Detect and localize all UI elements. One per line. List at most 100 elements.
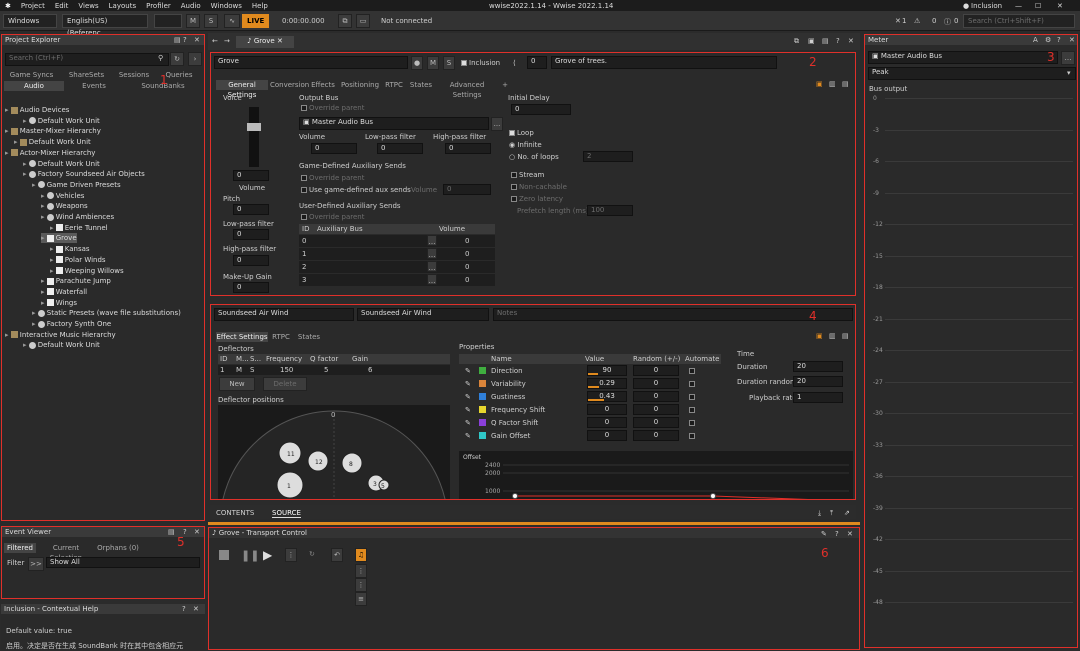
user-name[interactable]: Inclusion	[966, 2, 1007, 10]
language-dropdown[interactable]: English(US) (Referenc...	[62, 14, 148, 37]
tree-item[interactable]: ▸ Kansas	[50, 244, 90, 254]
help-icon[interactable]: ?	[183, 528, 187, 536]
property-random[interactable]: 0	[633, 391, 679, 402]
bus-hpf-value[interactable]: 0	[445, 143, 491, 154]
help-icon[interactable]: ?	[836, 37, 840, 45]
automate-checkbox[interactable]	[689, 394, 695, 400]
object-name-input[interactable]: Grove	[214, 56, 408, 69]
expand-arrow-icon[interactable]: ▸	[32, 181, 38, 189]
close-icon[interactable]: ✕	[847, 530, 853, 538]
source-plugin-field[interactable]: Soundseed Air Wind	[357, 308, 489, 321]
close-icon[interactable]: ✕	[848, 37, 854, 45]
stop-button[interactable]	[219, 550, 229, 560]
tree-item[interactable]: ▸ Interactive Music Hierarchy	[5, 330, 116, 340]
duration-random-value[interactable]: 20	[793, 376, 843, 387]
pin-icon[interactable]: ✎	[465, 380, 471, 388]
tree-item[interactable]: ▸ Game Driven Presets	[32, 180, 121, 190]
help-icon[interactable]: ?	[183, 36, 187, 44]
solo-button[interactable]: S	[443, 56, 455, 70]
tree-item[interactable]: ▸ Audio Devices	[5, 105, 69, 115]
meter-mode-dropdown[interactable]: Peak	[868, 67, 1076, 80]
expand-arrow-icon[interactable]: ▸	[23, 341, 29, 349]
trigger-icon[interactable]: ⋮	[355, 564, 367, 578]
expand-arrow-icon[interactable]: ▸	[41, 192, 47, 200]
user-aux-override[interactable]: Override parent	[301, 213, 364, 221]
aux-row[interactable]: 2 … 0	[299, 261, 495, 273]
menu-audio[interactable]: Audio	[176, 2, 206, 10]
close-icon[interactable]: ✕	[194, 528, 200, 536]
tree-item[interactable]: ▸ Factory Soundseed Air Objects	[23, 169, 145, 179]
stream-checkbox[interactable]: Stream	[511, 171, 544, 179]
tree-item[interactable]: ▸ Factory Synth One	[32, 319, 111, 329]
voice-volume-handle[interactable]	[247, 123, 261, 131]
help-icon[interactable]: ?	[182, 605, 186, 613]
voice-hpf-value[interactable]: 0	[233, 255, 269, 266]
inclusion-checkbox[interactable]: Inclusion	[461, 59, 500, 67]
property-row[interactable]: ✎ Gain Offset 0 0	[459, 430, 721, 442]
menu-layouts[interactable]: Layouts	[104, 2, 141, 10]
tree-item[interactable]: ▸ Actor-Mixer Hierarchy	[5, 148, 95, 158]
tree-item[interactable]: ▸ Polar Winds	[50, 255, 106, 265]
property-row[interactable]: ✎ Variability 0.29 0	[459, 378, 721, 390]
sync-icon[interactable]: ↻	[170, 52, 184, 66]
loop-checkbox[interactable]: Loop	[509, 129, 534, 137]
property-value[interactable]: 0	[587, 404, 627, 415]
pin-icon[interactable]: ✎	[465, 406, 471, 414]
menu-project[interactable]: Project	[16, 2, 50, 10]
bus-volume-value[interactable]: 0	[311, 143, 357, 154]
mute-button[interactable]: M	[427, 56, 439, 70]
aux-bus-browse[interactable]: …	[427, 261, 437, 272]
layout-icon[interactable]: ▤	[174, 36, 181, 44]
expand-arrow-icon[interactable]: ▸	[41, 202, 47, 210]
meter-bus-browse[interactable]: …	[1061, 51, 1075, 65]
text-icon[interactable]: A	[1033, 36, 1038, 44]
play-button[interactable]: ▶	[263, 548, 272, 562]
delete-deflector-button[interactable]: Delete	[263, 377, 307, 391]
property-row[interactable]: ✎ Direction 90 0	[459, 365, 721, 377]
tree-item[interactable]: ▸ Weeping Willows	[50, 266, 124, 276]
global-search-input[interactable]: Search (Ctrl+Shift+F)	[963, 14, 1075, 28]
tab-effect-settings[interactable]: Effect Settings	[216, 332, 268, 342]
menu-profiler[interactable]: Profiler	[141, 2, 176, 10]
tree-item[interactable]: ▸ Vehicles	[41, 191, 84, 201]
tab-contents[interactable]: CONTENTS	[216, 509, 254, 517]
deflector-positions-view[interactable]: 0 11 12 8 3 5 1	[218, 405, 450, 499]
pause-button[interactable]: ❚❚	[241, 549, 259, 562]
duration-value[interactable]: 20	[793, 361, 843, 372]
deflector-row[interactable]: 1 M S 150 5 6	[218, 365, 450, 375]
expand-arrow-icon[interactable]: ▸	[23, 160, 29, 168]
forward-icon[interactable]: →	[224, 37, 230, 45]
maximize-button[interactable]: ☐	[1030, 2, 1046, 10]
save-icon[interactable]: ▤	[822, 37, 829, 45]
property-random[interactable]: 0	[633, 365, 679, 376]
tab-conversion[interactable]: Conversion	[270, 80, 309, 90]
close-window-button[interactable]: ✕	[1052, 2, 1068, 10]
expand-arrow-icon[interactable]: ▸	[32, 309, 38, 317]
tab-sharesets[interactable]: ShareSets	[59, 70, 114, 80]
aux-row[interactable]: 1 … 0	[299, 248, 495, 260]
popout-icon[interactable]: ⇗	[844, 509, 850, 517]
automate-checkbox[interactable]	[689, 420, 695, 426]
deflector-cell[interactable]: 6	[368, 366, 372, 374]
expand-arrow-icon[interactable]: ▸	[23, 117, 29, 125]
meter-bus-field[interactable]: ▣ Master Audio Bus	[868, 51, 1058, 64]
property-row[interactable]: ✎ Frequency Shift 0 0	[459, 404, 721, 416]
voice-volume-value[interactable]: 0	[233, 170, 269, 181]
download-icon[interactable]: ⤓	[818, 509, 821, 518]
loop-count-value[interactable]: 2	[583, 151, 633, 162]
tree-item[interactable]: ▸ Parachute Jump	[41, 276, 111, 286]
property-value[interactable]: 90	[587, 365, 627, 376]
error-close-icon[interactable]: ✕	[895, 17, 901, 25]
deflector-cell[interactable]: 150	[280, 366, 293, 374]
tree-item[interactable]: ▸ Default Work Unit	[14, 137, 91, 147]
pitch-value[interactable]: 0	[233, 204, 269, 215]
color-icon[interactable]: ●	[411, 56, 423, 70]
undo-icon[interactable]: ↶	[331, 548, 343, 562]
capture-icon[interactable]: ▭	[356, 14, 370, 28]
property-value[interactable]: 0	[587, 430, 627, 441]
game-aux-volume-value[interactable]: 0	[443, 184, 491, 195]
tab-states[interactable]: States	[408, 80, 434, 90]
folder-icon[interactable]: ▣	[808, 37, 815, 45]
help-icon[interactable]: ?	[835, 530, 839, 538]
voice-lpf-value[interactable]: 0	[233, 229, 269, 240]
